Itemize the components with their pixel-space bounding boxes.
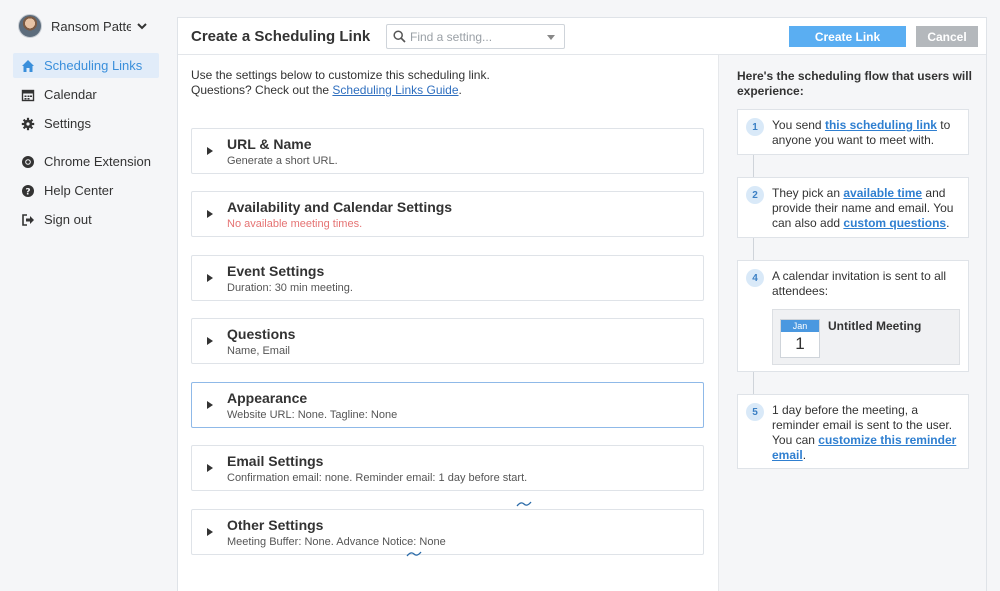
section-title: Email Settings bbox=[227, 453, 324, 469]
section-appearance[interactable]: Appearance Website URL: None. Tagline: N… bbox=[191, 382, 704, 428]
section-availability[interactable]: Availability and Calendar Settings No av… bbox=[191, 191, 704, 237]
caret-right-icon bbox=[207, 528, 213, 536]
svg-text:?: ? bbox=[25, 187, 30, 197]
settings-search[interactable] bbox=[386, 24, 565, 49]
section-url-name[interactable]: URL & Name Generate a short URL. bbox=[191, 128, 704, 174]
step-number: 5 bbox=[746, 403, 764, 421]
flow-step-4: 4 A calendar invitation is sent to all a… bbox=[737, 260, 969, 372]
flow-step-1: 1 You send this scheduling link to anyon… bbox=[737, 109, 969, 155]
section-subtitle: Name, Email bbox=[227, 345, 290, 357]
nav-item-help-center[interactable]: ? Help Center bbox=[13, 178, 159, 203]
question-circle-icon: ? bbox=[21, 184, 35, 198]
custom-questions-link[interactable]: custom questions bbox=[843, 216, 946, 230]
home-icon bbox=[21, 59, 35, 73]
search-icon bbox=[393, 30, 406, 43]
cursor-mark-icon bbox=[406, 551, 422, 557]
caret-right-icon bbox=[207, 401, 213, 409]
search-input[interactable] bbox=[410, 27, 540, 46]
flow-column: Here's the scheduling flow that users wi… bbox=[718, 55, 986, 591]
step-text: They pick an available time and provide … bbox=[772, 186, 954, 230]
step-text: 1 day before the meeting, a reminder ema… bbox=[772, 403, 957, 462]
section-title: Questions bbox=[227, 326, 296, 342]
avatar bbox=[18, 14, 42, 38]
panel-header: Create a Scheduling Link Create Link Can… bbox=[178, 18, 986, 55]
section-subtitle: Duration: 30 min meeting. bbox=[227, 282, 353, 294]
nav-label: Help Center bbox=[44, 183, 114, 198]
section-title: Availability and Calendar Settings bbox=[227, 199, 453, 215]
step-number: 4 bbox=[746, 269, 764, 287]
user-menu[interactable]: Ransom Patte... bbox=[18, 13, 147, 39]
section-title: Other Settings bbox=[227, 517, 324, 533]
calendar-icon bbox=[21, 88, 35, 102]
section-subtitle: Website URL: None. Tagline: None bbox=[227, 409, 398, 421]
settings-column: Use the settings below to customize this… bbox=[178, 55, 718, 591]
step-number: 1 bbox=[746, 118, 764, 136]
intro-text: Use the settings below to customize this… bbox=[191, 68, 490, 98]
sign-out-icon bbox=[21, 213, 35, 227]
cursor-mark-icon bbox=[516, 501, 532, 507]
caret-right-icon bbox=[207, 337, 213, 345]
caret-right-icon bbox=[207, 210, 213, 218]
dropdown-arrow-icon[interactable] bbox=[547, 35, 555, 40]
calendar-month: Jan bbox=[781, 320, 819, 332]
section-title: Appearance bbox=[227, 390, 308, 406]
caret-right-icon bbox=[207, 147, 213, 155]
flow-step-2: 2 They pick an available time and provid… bbox=[737, 177, 969, 238]
step-number: 2 bbox=[746, 186, 764, 204]
step-text: You send this scheduling link to anyone … bbox=[772, 118, 951, 147]
section-subtitle: Generate a short URL. bbox=[227, 155, 338, 167]
intro-line: Questions? Check out the Scheduling Link… bbox=[191, 83, 462, 97]
nav-item-calendar[interactable]: Calendar bbox=[13, 82, 159, 107]
guide-link[interactable]: Scheduling Links Guide bbox=[332, 83, 458, 97]
page-title: Create a Scheduling Link bbox=[191, 28, 371, 45]
section-event-settings[interactable]: Event Settings Duration: 30 min meeting. bbox=[191, 255, 704, 301]
user-name: Ransom Patte... bbox=[51, 18, 131, 34]
section-email-settings[interactable]: Email Settings Confirmation email: none.… bbox=[191, 445, 704, 491]
section-subtitle: No available meeting times. bbox=[227, 218, 363, 230]
gear-icon bbox=[21, 117, 35, 131]
nav-item-sign-out[interactable]: Sign out bbox=[13, 207, 159, 232]
nav-item-scheduling-links[interactable]: Scheduling Links bbox=[13, 53, 159, 78]
step-text: A calendar invitation is sent to all att… bbox=[772, 269, 947, 298]
nav-item-settings[interactable]: Settings bbox=[13, 111, 159, 136]
flow-title: Here's the scheduling flow that users wi… bbox=[737, 69, 972, 98]
section-questions[interactable]: Questions Name, Email bbox=[191, 318, 704, 364]
sidebar: Ransom Patte... Scheduling Links Calenda… bbox=[0, 0, 170, 591]
nav-item-chrome-extension[interactable]: Chrome Extension bbox=[13, 149, 159, 174]
intro-line: Use the settings below to customize this… bbox=[191, 68, 490, 82]
main-panel: Create a Scheduling Link Create Link Can… bbox=[177, 17, 987, 591]
section-title: URL & Name bbox=[227, 136, 312, 152]
section-title: Event Settings bbox=[227, 263, 325, 279]
chrome-icon bbox=[21, 155, 35, 169]
caret-right-icon bbox=[207, 464, 213, 472]
calendar-day: 1 bbox=[795, 334, 805, 353]
calendar-date-icon: Jan 1 bbox=[780, 319, 820, 358]
caret-right-icon bbox=[207, 274, 213, 282]
section-other-settings[interactable]: Other Settings Meeting Buffer: None. Adv… bbox=[191, 509, 704, 555]
section-subtitle: Meeting Buffer: None. Advance Notice: No… bbox=[227, 536, 446, 548]
section-subtitle: Confirmation email: none. Reminder email… bbox=[227, 472, 528, 484]
scheduling-link[interactable]: this scheduling link bbox=[825, 118, 937, 132]
chevron-down-icon bbox=[137, 23, 147, 30]
create-link-button[interactable]: Create Link bbox=[789, 26, 906, 47]
flow-step-5: 5 1 day before the meeting, a reminder e… bbox=[737, 394, 969, 469]
nav-label: Settings bbox=[44, 116, 91, 131]
calendar-invite-preview: Jan 1 Untitled Meeting bbox=[772, 309, 960, 365]
nav-label: Scheduling Links bbox=[44, 58, 143, 73]
meeting-title: Untitled Meeting bbox=[828, 319, 922, 333]
nav-label: Chrome Extension bbox=[44, 154, 151, 169]
cancel-button[interactable]: Cancel bbox=[916, 26, 978, 47]
nav-label: Sign out bbox=[44, 212, 92, 227]
nav-label: Calendar bbox=[44, 87, 97, 102]
available-time-link[interactable]: available time bbox=[843, 186, 922, 200]
